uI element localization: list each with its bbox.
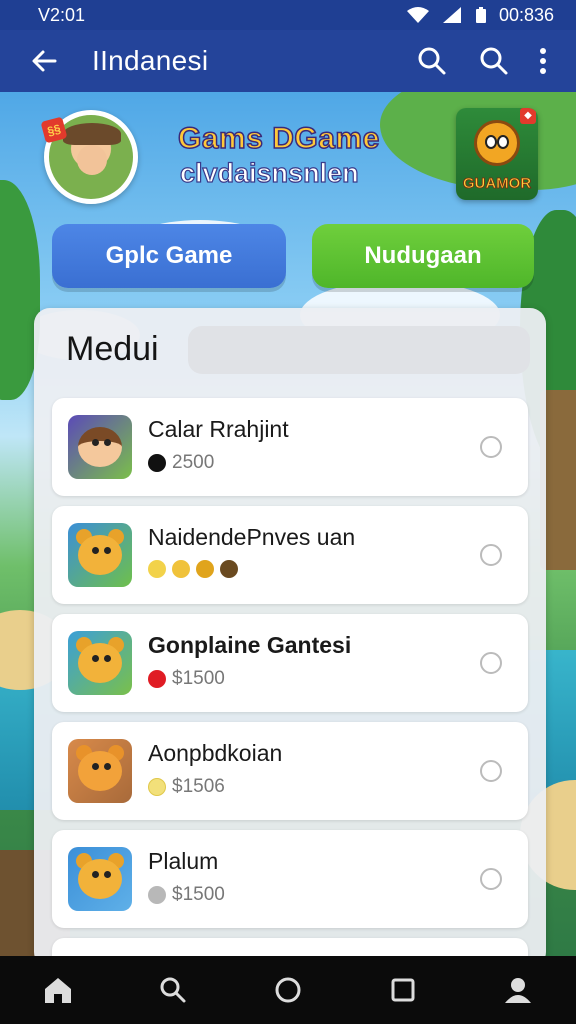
- app-bar: IIndanesi: [0, 30, 576, 92]
- page-title: IIndanesi: [92, 45, 209, 76]
- game-thumbnail: [68, 631, 132, 695]
- status-dot: [148, 454, 166, 472]
- secondary-action-button[interactable]: Nudugaan: [312, 224, 534, 288]
- square-icon: [391, 978, 415, 1002]
- item-price: $1500: [172, 668, 225, 689]
- item-meta: $1506: [148, 776, 225, 798]
- game-list-panel: Medui Calar Rrahjint 2500 NaidendePnves …: [34, 308, 546, 968]
- nav-square-button[interactable]: [379, 966, 427, 1014]
- item-meta: 2500: [148, 452, 214, 474]
- hero-avatar[interactable]: §§: [40, 110, 138, 204]
- select-radio[interactable]: [480, 436, 502, 458]
- game-thumbnail: [68, 523, 132, 587]
- nav-profile-button[interactable]: [494, 966, 542, 1014]
- search-icon: [160, 977, 186, 1003]
- mascot-icon: [474, 120, 520, 166]
- game-thumbnail: [68, 739, 132, 803]
- more-options-button[interactable]: [528, 39, 558, 83]
- status-icons: 00:836: [406, 4, 554, 26]
- status-dot: [148, 886, 166, 904]
- wifi-icon: [406, 7, 429, 23]
- item-name: Gonplaine Gantesi: [148, 632, 352, 658]
- search-icon: [418, 47, 446, 75]
- back-button[interactable]: [26, 43, 62, 79]
- status-time: V2:01: [38, 4, 86, 25]
- search-button-secondary[interactable]: [472, 39, 516, 83]
- select-radio[interactable]: [480, 652, 502, 674]
- battery-icon: [475, 7, 486, 23]
- select-radio[interactable]: [480, 760, 502, 782]
- list-item[interactable]: Calar Rrahjint 2500: [52, 398, 528, 496]
- circle-icon: [275, 977, 301, 1003]
- search-icon: [480, 47, 508, 75]
- list-item[interactable]: Aonpbdkoian $1506: [52, 722, 528, 820]
- list-item[interactable]: Plalum $1500: [52, 830, 528, 928]
- profile-icon: [505, 978, 532, 1003]
- game-thumbnail: [68, 415, 132, 479]
- logo-tag: ◆: [520, 108, 536, 124]
- more-vertical-icon: [540, 48, 546, 74]
- select-radio[interactable]: [480, 868, 502, 890]
- rating-dot: [172, 560, 190, 578]
- item-name: NaidendePnves uan: [148, 524, 356, 550]
- item-meta: $1500: [148, 668, 225, 690]
- status-clock: 00:836: [498, 4, 554, 25]
- rating-dot: [220, 560, 238, 578]
- item-meta: $1500: [148, 884, 225, 906]
- item-price: $1500: [172, 884, 225, 905]
- status-bar: V2:01 00:836: [0, 0, 576, 30]
- item-price: $1506: [172, 776, 225, 797]
- home-icon: [44, 978, 71, 1003]
- nav-home-button[interactable]: [34, 966, 82, 1014]
- hero-subtitle: clvdaisnsnlen: [179, 157, 359, 188]
- select-radio[interactable]: [480, 544, 502, 566]
- item-rating: [148, 560, 238, 578]
- game-thumbnail: [68, 847, 132, 911]
- rating-dot: [148, 560, 166, 578]
- nav-circle-button[interactable]: [264, 966, 312, 1014]
- search-input[interactable]: [188, 326, 530, 374]
- search-button[interactable]: [410, 39, 454, 83]
- status-dot: [148, 778, 166, 796]
- list-item[interactable]: Gonplaine Gantesi $1500: [52, 614, 528, 712]
- item-name: Calar Rrahjint: [148, 416, 289, 442]
- item-value: 2500: [172, 452, 215, 473]
- item-name: Plalum: [148, 848, 219, 874]
- game-logo[interactable]: GUAMOR ◆: [456, 108, 538, 200]
- nav-search-button[interactable]: [149, 966, 197, 1014]
- play-game-button[interactable]: Gplc Game: [52, 224, 286, 288]
- item-name: Aonpbdkoian: [148, 740, 283, 766]
- cellular-signal-icon: [442, 7, 461, 23]
- logo-text: GUAMOR: [462, 175, 532, 193]
- hero-title: Gams DGame: [177, 121, 380, 156]
- status-dot: [148, 670, 166, 688]
- panel-title: Medui: [66, 330, 159, 368]
- bottom-nav-bar: [0, 956, 576, 1024]
- list-item[interactable]: NaidendePnves uan: [52, 506, 528, 604]
- rating-dot: [196, 560, 214, 578]
- arrow-left-icon: [32, 50, 57, 72]
